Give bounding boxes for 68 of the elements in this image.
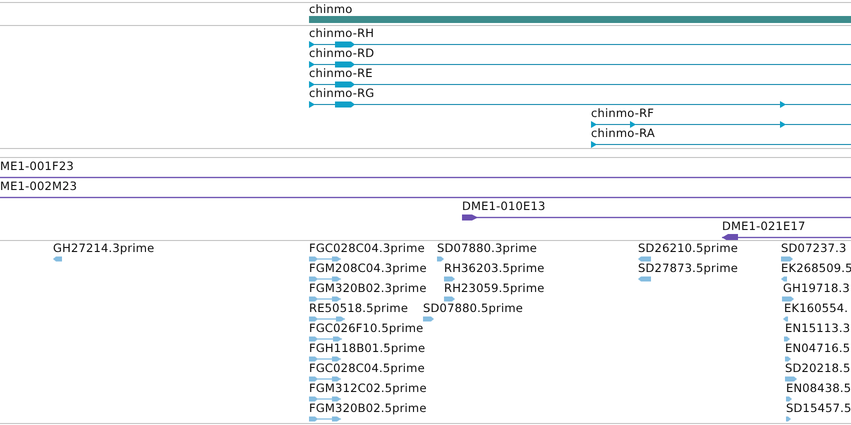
est-glyph[interactable] [309,376,341,382]
transcript-glyph[interactable] [591,140,851,148]
est-glyph[interactable] [785,356,791,362]
transcript-label[interactable]: chinmo-RF [591,107,654,120]
clone-glyph[interactable] [722,233,851,241]
est-glyph[interactable] [309,256,341,262]
est-label[interactable]: SD27873.5prime [638,262,738,275]
est-glyph[interactable] [781,276,787,282]
clone-label[interactable]: DME1-010E13 [462,200,546,213]
est-glyph[interactable] [782,296,794,302]
est-glyph[interactable] [309,396,341,402]
est-glyph[interactable] [786,416,791,422]
est-label[interactable]: EK160554. [784,302,848,315]
est-label[interactable]: SD20218.5 [785,362,851,375]
est-glyph[interactable] [444,276,455,282]
transcript-label[interactable]: chinmo-RG [309,87,374,100]
est-label[interactable]: SD26210.5prime [638,242,738,255]
transcript-glyph[interactable] [591,120,851,128]
transcript-label[interactable]: chinmo-RD [309,47,374,60]
est-glyph[interactable] [786,396,792,402]
clone-glyph[interactable] [462,213,851,221]
est-label[interactable]: RH36203.5prime [444,262,544,275]
est-label[interactable]: FGH118B01.5prime [309,342,426,355]
est-label[interactable]: EN08438.5 [786,382,851,395]
est-label[interactable]: RH23059.5prime [444,282,544,295]
est-label[interactable]: SD07237.3 [781,242,847,255]
est-glyph[interactable] [638,256,651,262]
est-glyph[interactable] [784,336,790,342]
transcript-glyph[interactable] [309,80,851,88]
est-glyph[interactable] [309,276,341,282]
transcript-label[interactable]: chinmo-RA [591,127,655,140]
est-label[interactable]: EN15113.3 [785,322,850,335]
est-glyph[interactable] [444,296,455,302]
est-glyph[interactable] [309,356,341,362]
est-glyph[interactable] [783,316,788,322]
est-label[interactable]: RE50518.5prime [309,302,408,315]
est-label[interactable]: FGM312C02.5prime [309,382,427,395]
est-label[interactable]: FGC028C04.3prime [309,242,425,255]
clone-label[interactable]: ME1-001F23 [0,160,74,173]
est-glyph[interactable] [785,376,797,382]
est-glyph[interactable] [53,256,62,262]
est-label[interactable]: FGM208C04.3prime [309,262,427,275]
est-label[interactable]: FGC028C04.5prime [309,362,425,375]
transcript-label[interactable]: chinmo-RE [309,67,373,80]
est-glyph[interactable] [437,256,444,262]
est-label[interactable]: SD07880.5prime [423,302,524,315]
est-glyph[interactable] [638,276,651,282]
transcript-label[interactable]: chinmo-RH [309,27,374,40]
gene-label[interactable]: chinmo [309,3,353,16]
est-glyph[interactable] [309,336,342,342]
est-label[interactable]: SD15457.5 [786,402,851,415]
est-label[interactable]: FGC026F10.5prime [309,322,424,335]
est-glyph[interactable] [309,316,345,322]
est-label[interactable]: GH27214.3prime [53,242,154,255]
est-glyph[interactable] [309,296,341,302]
est-label[interactable]: GH19718.3 [783,282,850,295]
clone-label[interactable]: ME1-002M23 [0,180,78,193]
clone-label[interactable]: DME1-021E17 [722,220,806,233]
est-glyph[interactable] [781,256,793,262]
transcript-glyph[interactable] [309,60,851,68]
est-label[interactable]: SD07880.3prime [437,242,538,255]
transcript-glyph[interactable] [309,100,851,108]
transcript-glyph[interactable] [309,40,851,48]
est-glyph[interactable] [309,416,341,422]
est-label[interactable]: FGM320B02.3prime [309,282,427,295]
est-glyph[interactable] [423,316,434,322]
est-label[interactable]: EN04716.5 [785,342,850,355]
est-label[interactable]: FGM320B02.5prime [309,402,427,415]
